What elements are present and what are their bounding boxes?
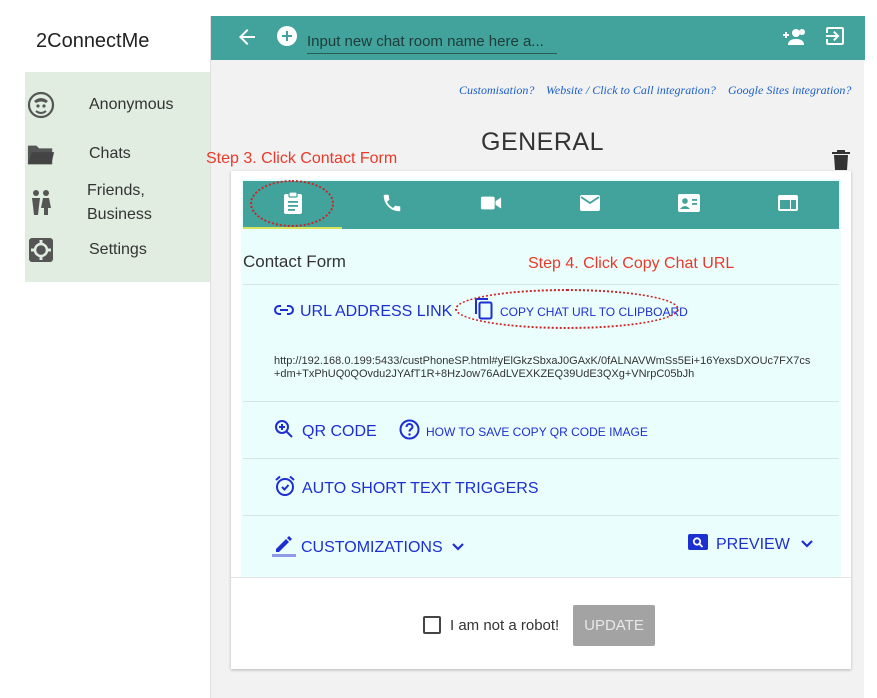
qr-code-button[interactable]: QR CODE [274,419,377,444]
sidebar-item-label: Settings [89,241,147,258]
sidebar-item-anonymous[interactable]: Anonymous [25,90,210,120]
app-root: 2ConnectMe Anonymous Chats Friends, Busi… [0,0,877,698]
top-bar [211,16,865,60]
folder-icon [27,140,55,168]
back-arrow-icon[interactable] [235,25,259,49]
divider [243,284,839,285]
customisation-link[interactable]: Customisation? [459,83,534,98]
step3-highlight-ellipse [250,180,334,227]
preview-button[interactable]: PREVIEW [688,533,814,556]
step4-highlight-ellipse [455,289,679,329]
not-a-robot-checkbox[interactable]: I am not a robot! [423,616,559,634]
sidebar-item-label: Chats [89,145,131,162]
step4-annotation: Step 4. Click Copy Chat URL [528,255,735,272]
zoom-in-icon [274,419,294,444]
google-sites-link[interactable]: Google Sites integration? [728,83,851,98]
qr-code-label: QR CODE [302,422,377,440]
brand-title: 2ConnectMe [36,30,150,52]
add-circle-icon[interactable] [275,24,299,48]
tab-phone[interactable] [342,181,441,229]
anonymous-icon [27,91,55,119]
url-address-link-button[interactable]: URL ADDRESS LINK [274,303,452,321]
video-icon [480,194,502,217]
chat-room-name-input[interactable] [307,30,557,54]
web-icon [777,194,799,217]
tab-email[interactable] [540,181,639,229]
checkbox-box[interactable] [423,616,441,634]
chat-url-text: http://192.168.0.199:5433/custPhoneSP.ht… [274,355,811,380]
contact-form-card: Contact Form URL ADDRESS LINK COPY CHAT … [231,171,851,669]
card-inner: Contact Form URL ADDRESS LINK COPY CHAT … [241,179,841,577]
divider [243,458,839,459]
divider [243,515,839,516]
chevron-down-icon [451,539,465,557]
url-address-link-label: URL ADDRESS LINK [300,303,453,320]
tab-contact-card[interactable] [639,181,738,229]
customizations-button[interactable]: CUSTOMIZATIONS [272,533,465,562]
alarm-icon [274,475,296,502]
auto-short-text-triggers-button[interactable]: AUTO SHORT TEXT TRIGGERS [274,475,539,502]
phone-icon [381,192,403,219]
link-icon [274,303,294,321]
main-panel: Customisation? Website / Click to Call i… [210,16,865,698]
help-icon [399,419,420,445]
preview-label: PREVIEW [716,535,790,553]
contact-form-title: Contact Form [243,252,346,271]
email-icon [579,194,601,217]
customizations-label: CUSTOMIZATIONS [301,538,443,556]
card-footer: I am not a robot! UPDATE [231,577,851,669]
contact-card-icon [677,193,701,218]
room-title: GENERAL [481,128,604,156]
add-person-icon[interactable] [781,25,807,49]
step3-annotation: Step 3. Click Contact Form [206,150,398,167]
trash-icon[interactable] [831,149,851,171]
divider [243,401,839,402]
auto-short-text-triggers-label: AUTO SHORT TEXT TRIGGERS [302,479,539,497]
sidebar-item-settings[interactable]: Settings [25,235,210,265]
qr-help-label: HOW TO SAVE COPY QR CODE IMAGE [426,425,648,439]
sidebar-item-chats[interactable]: Chats [25,139,210,169]
preview-icon [688,533,708,556]
not-a-robot-label: I am not a robot! [450,616,560,634]
qr-help-button[interactable]: HOW TO SAVE COPY QR CODE IMAGE [399,419,648,445]
chevron-down-icon [800,536,814,554]
gear-icon [27,236,55,264]
pencil-icon [272,533,296,562]
sidebar-item-label: Anonymous [89,96,174,113]
update-button[interactable]: UPDATE [573,605,655,646]
people-icon [27,188,55,216]
sidebar-item-label: Friends, [87,182,145,199]
exit-icon[interactable] [823,24,847,48]
website-integration-link[interactable]: Website / Click to Call integration? [546,83,716,98]
tab-web[interactable] [738,181,837,229]
tab-video[interactable] [441,181,540,229]
sidebar: Anonymous Chats Friends, Business Settin… [25,72,210,282]
sidebar-item-label-line2: Business [87,206,152,223]
sidebar-item-friends[interactable]: Friends, Business [25,178,210,226]
